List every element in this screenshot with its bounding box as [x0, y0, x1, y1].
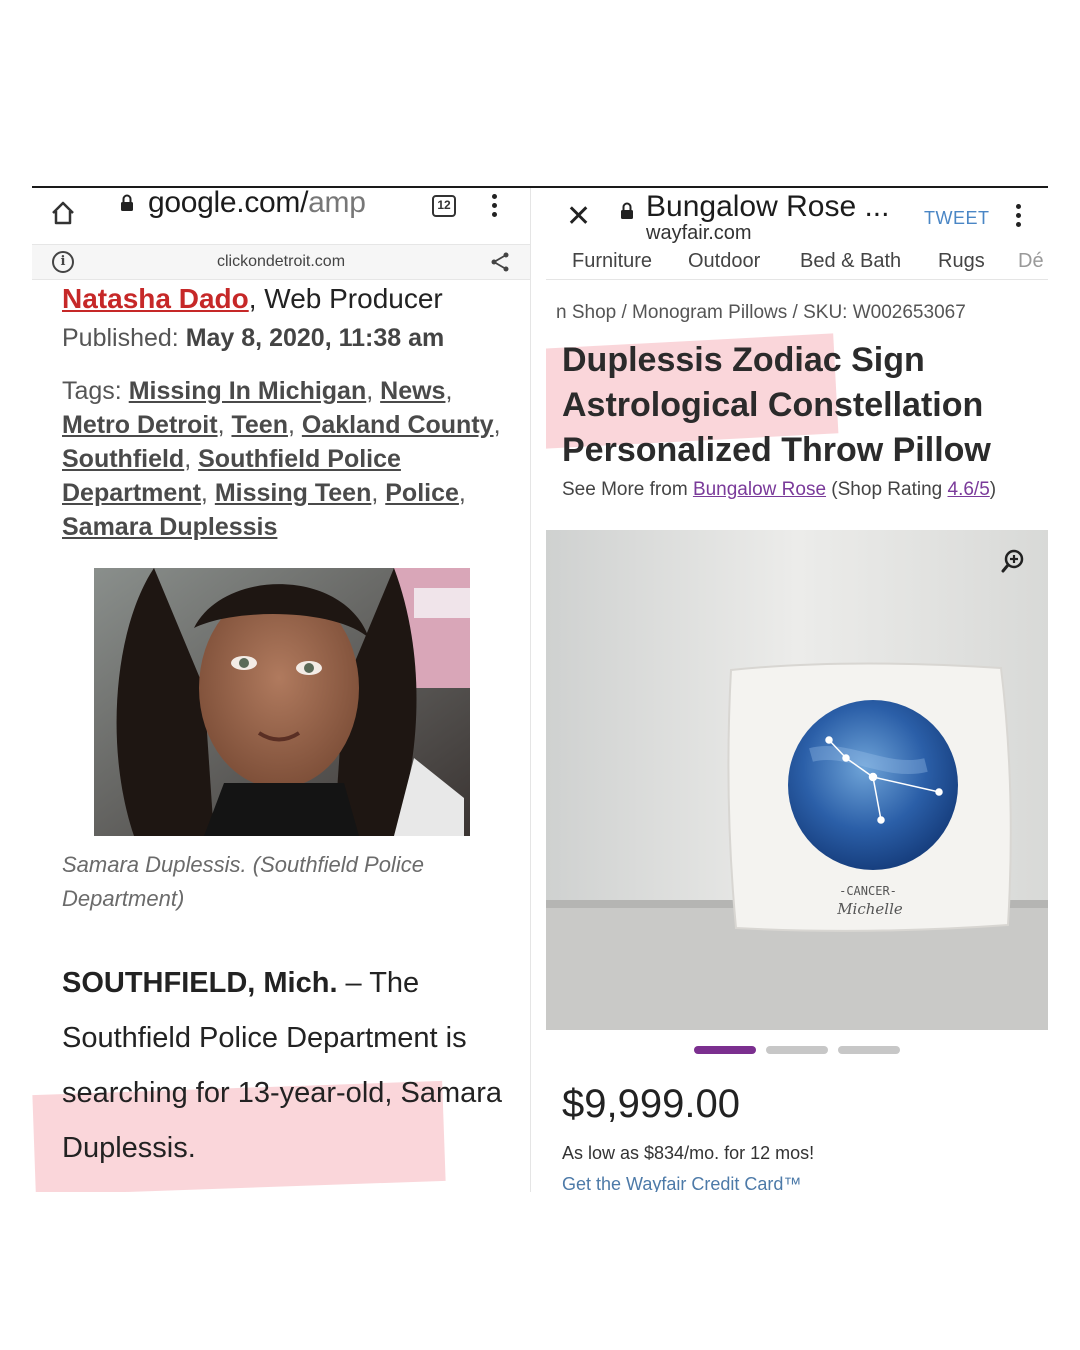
home-icon[interactable] — [50, 200, 76, 226]
published-line: Published: May 8, 2020, 11:38 am — [62, 322, 502, 354]
breadcrumb[interactable]: n Shop / Monogram Pillows / SKU: W002653… — [556, 302, 966, 324]
financing-text: As low as $834/mo. for 12 mos! — [562, 1143, 815, 1163]
product-title: Duplessis Zodiac Sign Astrological Const… — [562, 341, 991, 469]
product-price: $9,999.00 — [562, 1082, 740, 1126]
brand-link[interactable]: Bungalow Rose — [693, 479, 826, 500]
article-header: Natasha Dado, Web Producer Published: Ma… — [62, 282, 502, 544]
tags-list: Tags: Missing In Michigan, News, Metro D… — [62, 377, 501, 541]
nav-item-furniture[interactable]: Furniture — [572, 250, 652, 273]
left-screenshot-news-article: google.com/amp 12 i clickondetroit.com N… — [32, 188, 531, 1192]
amp-header-bar: i clickondetroit.com — [32, 244, 530, 280]
author-role: , Web Producer — [248, 283, 443, 314]
browser-toolbar: ✕ Bungalow Rose ... wayfair.com TWEET — [546, 188, 1048, 244]
shop-rating-close: ) — [989, 479, 997, 500]
author-link[interactable]: Natasha Dado — [62, 283, 249, 314]
tag-link[interactable]: Metro Detroit — [62, 411, 218, 439]
url-path: amp — [308, 188, 366, 219]
see-more-line: See More from Bungalow Rose (Shop Rating… — [562, 476, 1032, 503]
browser-toolbar: google.com/amp 12 — [32, 188, 530, 240]
nav-item-decor[interactable]: Dé — [1018, 250, 1044, 273]
product-image[interactable]: -CANCER- Michelle — [546, 530, 1048, 1030]
tab-count-button[interactable]: 12 — [432, 195, 456, 217]
shop-rating-link[interactable]: 4.6/5 — [948, 479, 990, 500]
carousel-dot[interactable] — [838, 1046, 900, 1054]
carousel-dot-active[interactable] — [694, 1046, 756, 1054]
share-icon[interactable] — [488, 250, 512, 274]
credit-card-link[interactable]: Get the Wayfair Credit Card™ — [562, 1174, 801, 1192]
zoom-in-icon[interactable] — [1000, 548, 1026, 574]
pillow-sign-text: -CANCER- — [839, 884, 897, 898]
published-date: May 8, 2020, 11:38 am — [185, 324, 445, 352]
shop-rating-label: (Shop Rating — [826, 479, 948, 500]
lock-icon — [121, 194, 133, 211]
address-bar[interactable]: google.com/amp — [148, 188, 366, 220]
page-domain: wayfair.com — [646, 222, 752, 244]
amp-source-domain[interactable]: clickondetroit.com — [32, 253, 530, 271]
nav-item-outdoor[interactable]: Outdoor — [688, 250, 760, 273]
byline: Natasha Dado, Web Producer — [62, 282, 502, 316]
photo-caption: Samara Duplessis. (Southfield Police Dep… — [62, 852, 424, 911]
url-main: google.com/ — [148, 188, 309, 219]
carousel-dot[interactable] — [766, 1046, 828, 1054]
pillow-photo: -CANCER- Michelle — [546, 530, 1048, 1030]
nav-item-bed-bath[interactable]: Bed & Bath — [800, 250, 901, 273]
more-menu-icon[interactable] — [1014, 204, 1022, 230]
tag-link[interactable]: Missing Teen — [215, 479, 372, 507]
close-icon[interactable]: ✕ — [566, 202, 591, 232]
tag-link[interactable]: Teen — [231, 411, 288, 439]
pillow-name-text: Michelle — [836, 900, 903, 918]
more-menu-icon[interactable] — [490, 194, 498, 220]
category-nav: Furniture Outdoor Bed & Bath Rugs Dé — [546, 244, 1048, 280]
tag-link[interactable]: Southfield — [62, 445, 184, 473]
dateline: SOUTHFIELD, Mich. — [62, 967, 338, 999]
portrait-photo — [94, 568, 470, 836]
tag-link[interactable]: Police — [385, 479, 459, 507]
article-photo — [94, 568, 470, 836]
see-more-label: See More from — [562, 479, 693, 500]
tag-link[interactable]: News — [380, 377, 445, 405]
lock-icon — [621, 202, 633, 219]
tag-link[interactable]: Missing In Michigan — [129, 377, 367, 405]
article-body: SOUTHFIELD, Mich. – The Southfield Polic… — [62, 956, 512, 1176]
tweet-button[interactable]: TWEET — [924, 208, 990, 229]
nav-item-rugs[interactable]: Rugs — [938, 250, 985, 273]
image-carousel-indicator[interactable] — [694, 1041, 910, 1059]
tag-link[interactable]: Samara Duplessis — [62, 513, 277, 541]
tag-link[interactable]: Oakland County — [302, 411, 494, 439]
page-title: Bungalow Rose ... — [646, 190, 890, 223]
tags-label: Tags: — [62, 377, 122, 405]
published-label: Published: — [62, 324, 179, 352]
right-screenshot-product-page: ✕ Bungalow Rose ... wayfair.com TWEET Fu… — [546, 188, 1048, 1192]
